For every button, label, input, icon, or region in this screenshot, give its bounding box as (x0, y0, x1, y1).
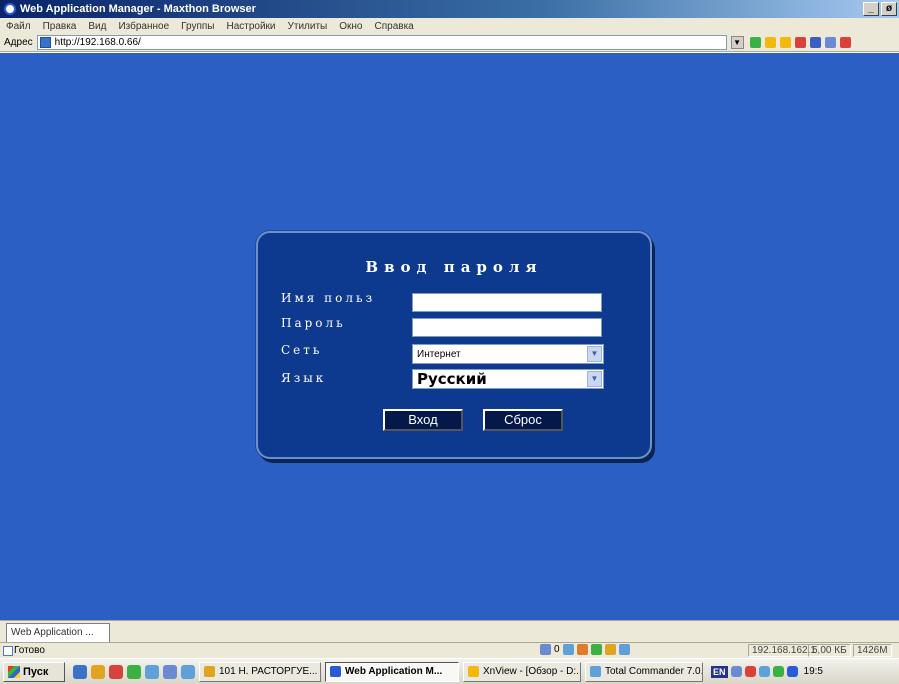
menu-groups[interactable]: Группы (181, 21, 214, 32)
reset-button[interactable]: Сброс (483, 409, 563, 431)
page-status-icon (3, 646, 13, 656)
tray-icon-5[interactable] (786, 666, 798, 677)
quick-launch-icon-3[interactable] (109, 664, 123, 679)
windows-logo-icon (8, 665, 20, 678)
toolbar-icon-6[interactable] (839, 37, 851, 48)
go-icon[interactable] (749, 37, 761, 48)
login-title: Ввод пароля (365, 258, 543, 276)
status-icon-3[interactable] (576, 644, 588, 655)
status-icon-5[interactable] (604, 644, 616, 655)
status-icon-1[interactable] (540, 644, 551, 655)
network-label: Сеть (281, 343, 323, 357)
status-text: Готово (14, 645, 45, 656)
login-panel: Ввод пароля Имя польз Пароль Сеть Интерн… (256, 231, 652, 459)
status-icon-6[interactable] (618, 644, 630, 655)
tray-icon-3[interactable] (758, 666, 770, 677)
quick-launch-icon-4[interactable] (127, 664, 141, 679)
menu-file[interactable]: Файл (6, 21, 31, 32)
restore-button[interactable]: ø (881, 2, 897, 16)
quick-launch-icon-1[interactable] (73, 664, 87, 679)
menu-help[interactable]: Справка (375, 21, 414, 32)
start-label: Пуск (23, 665, 49, 678)
language-label: Язык (281, 371, 327, 385)
taskbar-item-total-commander[interactable]: Total Commander 7.0... (585, 661, 703, 682)
document-icon (204, 666, 215, 677)
menu-bar: Файл Правка Вид Избранное Группы Настрой… (0, 18, 899, 34)
window-title: Web Application Manager - Maxthon Browse… (20, 3, 256, 15)
window-titlebar: Web Application Manager - Maxthon Browse… (0, 0, 899, 18)
maxthon-icon (330, 666, 341, 677)
chevron-down-icon[interactable]: ▼ (587, 371, 602, 387)
status-icon-4[interactable] (590, 644, 602, 655)
menu-favorites[interactable]: Избранное (118, 21, 169, 32)
password-label: Пароль (281, 316, 346, 330)
username-field[interactable] (412, 293, 602, 312)
status-size: 5,00 КБ (808, 644, 851, 657)
username-label: Имя польз (281, 291, 376, 305)
taskbar-item-document[interactable]: 101 Н. РАСТОРГУЕ... (199, 661, 321, 682)
tab-web-application[interactable]: Web Application ... (6, 623, 110, 642)
status-bar: Готово 0 192.168.162.1 5,00 КБ 1426M (0, 642, 899, 658)
toolbar-icon-4[interactable] (809, 37, 821, 48)
password-field[interactable] (412, 318, 602, 337)
quick-launch-icon-6[interactable] (163, 664, 177, 679)
language-indicator[interactable]: EN (711, 665, 728, 678)
tray-icon-4[interactable] (772, 666, 784, 677)
menu-view[interactable]: Вид (88, 21, 106, 32)
status-icon-2[interactable] (562, 644, 574, 655)
taskbar-item-browser[interactable]: Web Application M... (325, 661, 459, 682)
toolbar-icon-2[interactable] (779, 37, 791, 48)
address-url: http://192.168.0.66/ (54, 37, 141, 48)
address-label: Адрес (4, 37, 33, 48)
tray-icon-2[interactable] (744, 666, 756, 677)
quick-launch (73, 664, 195, 679)
quick-launch-icon-7[interactable] (181, 664, 195, 679)
toolbar-icon-5[interactable] (824, 37, 836, 48)
window-controls: _ ø (863, 2, 897, 16)
quick-launch-icon-2[interactable] (91, 664, 105, 679)
taskbar-item-label: Total Commander 7.0... (605, 666, 703, 677)
menu-settings[interactable]: Настройки (226, 21, 275, 32)
minimize-button[interactable]: _ (863, 2, 879, 16)
address-bar: Адрес http://192.168.0.66/ ▼ (0, 34, 899, 52)
menu-window[interactable]: Окно (339, 21, 362, 32)
taskbar: Пуск 101 Н. РАСТОРГУЕ... Web Application… (0, 658, 899, 684)
language-select[interactable]: Русский ▼ (412, 369, 604, 389)
taskbar-item-label: Web Application M... (345, 666, 443, 677)
clock: 19:5 (803, 666, 823, 677)
network-value: Интернет (417, 348, 461, 360)
menu-edit[interactable]: Правка (43, 21, 77, 32)
quick-launch-icon-5[interactable] (145, 664, 159, 679)
taskbar-item-label: XnView - [Обзор - D:... (483, 666, 581, 677)
system-tray: EN 19:5 (711, 665, 823, 678)
chevron-down-icon[interactable]: ▼ (587, 346, 602, 362)
taskbar-item-xnview[interactable]: XnView - [Обзор - D:... (463, 661, 581, 682)
login-button[interactable]: Вход (383, 409, 463, 431)
taskbar-item-label: 101 Н. РАСТОРГУЕ... (219, 666, 318, 677)
toolbar-icons (749, 37, 851, 48)
start-button[interactable]: Пуск (3, 661, 65, 682)
xnview-icon (468, 666, 479, 677)
tray-icon-1[interactable] (730, 666, 742, 677)
menu-tools[interactable]: Утилиты (288, 21, 328, 32)
tab-strip: Web Application ... (0, 620, 899, 642)
total-commander-icon (590, 666, 601, 677)
status-memory: 1426M (853, 644, 892, 657)
address-input[interactable]: http://192.168.0.66/ (36, 35, 727, 50)
maxthon-icon (4, 3, 16, 15)
page-icon (39, 37, 51, 48)
toolbar-icon-1[interactable] (764, 37, 776, 48)
language-value: Русский (417, 370, 487, 388)
status-icons: 0 (540, 644, 630, 655)
network-select[interactable]: Интернет ▼ (412, 344, 604, 364)
address-dropdown-icon[interactable]: ▼ (730, 36, 744, 49)
status-counter: 0 (554, 644, 560, 655)
toolbar-icon-3[interactable] (794, 37, 806, 48)
